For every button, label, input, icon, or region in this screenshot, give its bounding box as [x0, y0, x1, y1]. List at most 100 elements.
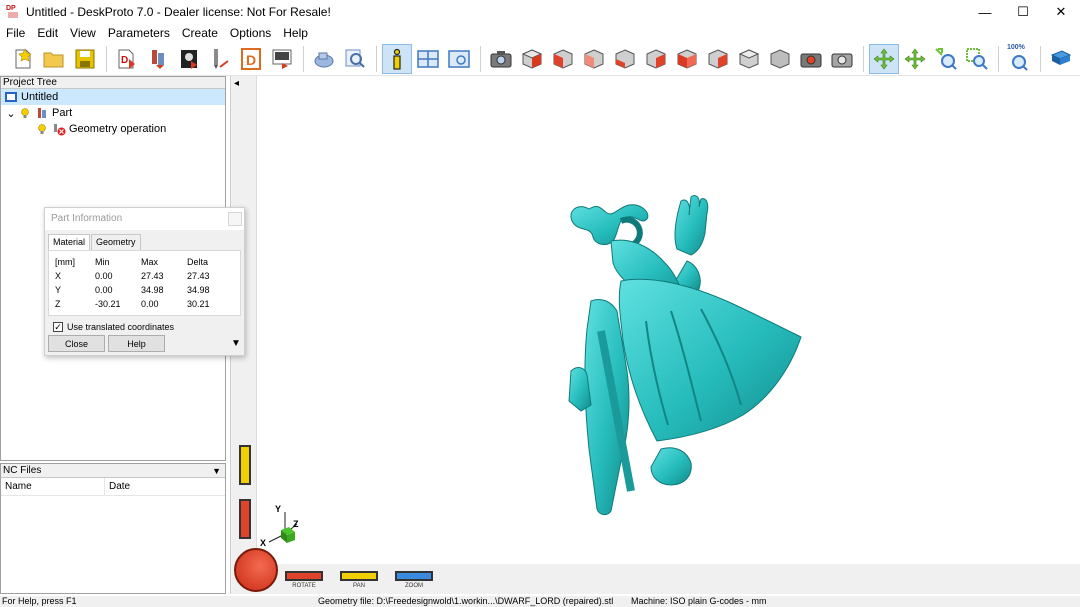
axis-cell: Z [55, 299, 61, 309]
zoom-window-button[interactable] [962, 44, 992, 74]
pan-horizontal-slider[interactable] [340, 571, 378, 581]
camera-button[interactable] [486, 44, 516, 74]
axis-label-z: Z [293, 519, 299, 529]
pan-slider[interactable] [239, 445, 251, 485]
new-project-button[interactable] [8, 44, 38, 74]
cube-front-icon [553, 48, 573, 69]
tool-button[interactable] [205, 44, 235, 74]
view-back-button[interactable] [579, 44, 609, 74]
cube-back-icon [584, 48, 604, 69]
header-min: Min [95, 257, 110, 267]
lightbulb-icon[interactable] [18, 106, 32, 120]
view-window-button[interactable] [444, 44, 474, 74]
load-geometry-button[interactable]: D [112, 44, 142, 74]
rotate-slider[interactable] [285, 571, 323, 581]
menu-view[interactable]: View [64, 24, 102, 42]
pan-arrows-icon [904, 48, 926, 69]
status-bar: For Help, press F1 Geometry file: D:\Fre… [0, 596, 1080, 607]
status-geometry-file: Geometry file: D:\Freedesignwold\1.worki… [318, 596, 614, 606]
cube-bottom-icon [708, 48, 728, 69]
use-translated-coordinates-option: ✓ Use translated coordinates [45, 322, 244, 332]
tree-item-geometry-operation[interactable]: Geometry operation [1, 121, 225, 137]
inspect-button[interactable] [340, 44, 370, 74]
view-right-button[interactable] [641, 44, 671, 74]
dxf-icon: D [241, 47, 261, 70]
menu-edit[interactable]: Edit [31, 24, 64, 42]
help-book-button[interactable] [1046, 44, 1076, 74]
zoom-slider[interactable] [239, 499, 251, 539]
app-logo-icon: DP [6, 5, 20, 19]
zoom-horizontal-slider[interactable] [395, 571, 433, 581]
export-button[interactable] [267, 44, 297, 74]
delta-cell: 34.98 [187, 285, 210, 295]
view-bottom-button[interactable] [703, 44, 733, 74]
axis-cell: X [55, 271, 62, 281]
nc-files-dropdown-icon[interactable]: ▼ [212, 464, 221, 477]
nc-files-columns: Name Date [1, 477, 225, 496]
open-project-button[interactable] [39, 44, 69, 74]
header-max: Max [141, 257, 159, 267]
minimize-button[interactable]: — [966, 0, 1004, 24]
rotate-mode-button[interactable] [869, 43, 899, 74]
pan-mode-button[interactable] [900, 44, 930, 74]
3d-viewport[interactable]: ◂ ROTATE PAN ZOOM Y X Z [230, 76, 1080, 594]
part-icon [152, 49, 164, 69]
operation-error-icon [52, 122, 66, 136]
zoom-100-button[interactable]: 100% [1004, 44, 1034, 74]
tab-material[interactable]: Material [48, 234, 91, 250]
dialog-title-bar[interactable]: Part Information [45, 208, 244, 230]
column-name[interactable]: Name [1, 477, 105, 496]
view-front-button[interactable] [548, 44, 578, 74]
max-cell: 0.00 [141, 299, 159, 309]
save-project-button[interactable] [70, 44, 100, 74]
dialog-tabs: Material Geometry [45, 234, 244, 250]
dialog-close-icon[interactable] [228, 212, 242, 226]
part-button[interactable] [143, 44, 173, 74]
help-button[interactable]: Help [108, 335, 165, 352]
dxf-button[interactable]: D [236, 44, 266, 74]
cube-view-icon [521, 48, 543, 69]
tree-item-untitled[interactable]: Untitled [1, 89, 225, 105]
zoom-mode-button[interactable] [931, 44, 961, 74]
viewport-nav-strip: ROTATE PAN ZOOM [231, 548, 1080, 594]
column-date[interactable]: Date [105, 481, 130, 492]
view-wire-button[interactable] [765, 44, 795, 74]
nc-files-title: NC Files [3, 465, 42, 476]
rotate-wheel[interactable] [234, 548, 278, 592]
tree-item-part[interactable]: ⌄ Part [1, 105, 225, 121]
close-window-button[interactable]: ✕ [1042, 0, 1080, 24]
menu-file[interactable]: File [0, 24, 31, 42]
title-bar: DP Untitled - DeskProto 7.0 - Dealer lic… [0, 0, 1080, 24]
simulation-button[interactable] [309, 44, 339, 74]
svg-text:D: D [121, 55, 128, 66]
menu-create[interactable]: Create [176, 24, 224, 42]
view-left-button[interactable] [610, 44, 640, 74]
menu-options[interactable]: Options [224, 24, 277, 42]
menu-parameters[interactable]: Parameters [102, 24, 176, 42]
use-translated-checkbox[interactable]: ✓ [53, 322, 63, 332]
part-information-button[interactable] [382, 43, 412, 74]
layout-button[interactable] [413, 44, 443, 74]
render-settings-button[interactable] [827, 44, 857, 74]
magnifier-icon [345, 49, 365, 68]
axis-cell: Y [55, 285, 62, 295]
view-solid-button[interactable] [734, 44, 764, 74]
tab-geometry[interactable]: Geometry [91, 234, 141, 250]
view-iso-button[interactable] [517, 44, 547, 74]
view-top-button[interactable] [672, 44, 702, 74]
delta-cell: 27.43 [187, 271, 210, 281]
status-machine: Machine: ISO plain G-codes - mm [631, 596, 767, 606]
image-button[interactable] [174, 44, 204, 74]
collapse-panel-arrow[interactable]: ◂ [234, 78, 239, 89]
svg-text:D: D [246, 52, 256, 68]
collapse-chevron-icon[interactable]: ⌄ [4, 107, 18, 120]
expand-dialog-icon[interactable]: ▼ [231, 338, 241, 349]
close-button[interactable]: Close [48, 335, 105, 352]
menu-help[interactable]: Help [277, 24, 314, 42]
lightbulb-icon[interactable] [35, 122, 49, 136]
render-button[interactable] [796, 44, 826, 74]
window-zoom-icon [448, 49, 470, 68]
rotate-label: ROTATE [292, 583, 316, 589]
maximize-button[interactable]: ☐ [1004, 0, 1042, 24]
zoom-label: ZOOM [405, 583, 423, 589]
